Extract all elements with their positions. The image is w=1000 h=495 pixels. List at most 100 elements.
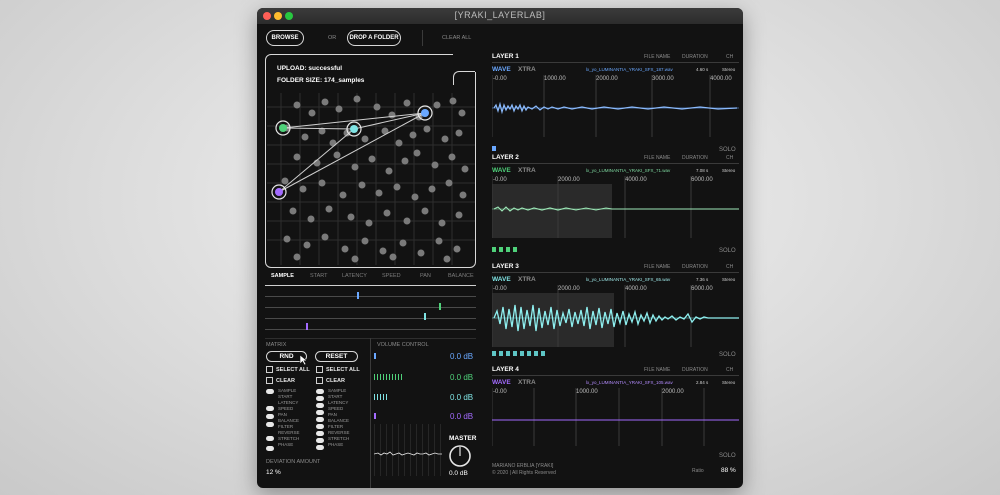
layer3-channels: Stereo [722,277,736,282]
layer2-wave-tab[interactable]: WAVE [492,167,511,174]
layer2-segment-4[interactable] [513,247,517,252]
upload-status: UPLOAD: successful [277,65,343,72]
toggle-b-balance[interactable] [316,424,324,429]
layer1-marker[interactable] [357,292,359,299]
tab-balance[interactable]: BALANCE [448,273,474,279]
layer-node-1[interactable] [417,105,433,121]
layer2-xtra-tab[interactable]: XTRA [518,167,536,174]
layer1-solo-button[interactable]: SOLO [719,147,736,153]
layer2-duration: 7.08 s [696,168,709,173]
toggle-a-pan[interactable] [266,414,274,419]
matrix-volume-divider [370,338,371,488]
layer2-waveform-area[interactable]: -0.00 2000.00 4000.00 6000.00 [492,176,739,238]
volume-meter-2[interactable] [374,374,404,380]
layer2-filename: lx_yo_LUMINANTIA_YRAKI_SFX_71.wav [586,168,671,173]
layer2-ch-header: CH [726,155,734,161]
reset-button[interactable]: RESET [315,351,358,362]
layer4-waveform-area[interactable]: -0.00 1000.00 2000.00 [492,388,739,446]
layer2-segment-2[interactable] [499,247,503,252]
master-label: MASTER [449,435,477,442]
tab-latency[interactable]: LATENCY [342,273,367,279]
layer3-segment-1[interactable] [492,351,496,356]
rail-5[interactable] [265,329,476,330]
toggle-a-sample[interactable] [266,389,274,394]
layer2-segment-3[interactable] [506,247,510,252]
select-all-label-b: SELECT ALL [326,367,360,373]
volume-meter-4[interactable] [374,413,376,419]
layer2-marker[interactable] [439,303,441,310]
layer4-wave-tab[interactable]: WAVE [492,379,511,386]
tab-start[interactable]: START [310,273,328,279]
browse-button[interactable]: BROWSE [266,30,304,46]
master-knob[interactable] [448,444,472,468]
layer4-marker[interactable] [306,323,308,330]
toggle-a-balance[interactable] [266,422,274,427]
layer4-solo-button[interactable]: SOLO [719,453,736,459]
volume-value-4: 0.0 dB [450,412,474,421]
layer1-xtra-tab[interactable]: XTRA [518,66,536,73]
layer1-ch-header: CH [726,54,734,60]
layer1-wave-tab[interactable]: WAVE [492,66,511,73]
layer3-wave-tab[interactable]: WAVE [492,276,511,283]
select-all-checkbox-a[interactable] [266,366,273,373]
clear-checkbox-b[interactable] [316,377,323,384]
layer3-marker[interactable] [424,313,426,320]
tab-pan[interactable]: PAN [420,273,431,279]
param-list-b: SAMPLE START LATENCY SPEED PAN BALANCE F… [328,388,350,448]
toggle-b-speed[interactable] [316,410,324,415]
toolbar-divider [422,30,423,46]
layer3-segment-8[interactable] [541,351,545,356]
toggle-a-speed[interactable] [266,406,274,411]
layer1-waveform-area[interactable]: -0.00 1000.00 2000.00 3000.00 4000.00 [492,75,739,137]
layer4-xtra-tab[interactable]: XTRA [518,379,536,386]
volume-control-label: VOLUME CONTROL [377,342,429,348]
layer3-xtra-tab[interactable]: XTRA [518,276,536,283]
toggle-b-sample[interactable] [316,389,324,394]
toggle-b-stretch[interactable] [316,445,324,450]
layer2-segment-1[interactable] [492,247,496,252]
layer3-segment-5[interactable] [520,351,524,356]
select-all-checkbox-b[interactable] [316,366,323,373]
layer3-waveform-area[interactable]: -0.00 2000.00 4000.00 6000.00 [492,285,739,347]
layer-node-4[interactable] [271,184,287,200]
layer2-solo-button[interactable]: SOLO [719,248,736,254]
toggle-b-start[interactable] [316,396,324,401]
layer3-solo-button[interactable]: SOLO [719,352,736,358]
rail-2[interactable] [265,296,476,297]
toggle-b-filter[interactable] [316,431,324,436]
rail-4[interactable] [265,318,476,319]
layer3-duration-header: DURATION [682,264,708,270]
layer4-waveform [492,388,739,446]
toggle-b-latency[interactable] [316,403,324,408]
rail-3[interactable] [265,307,476,308]
matrix-label: MATRIX [266,342,287,348]
tab-sample[interactable]: SAMPLE [271,273,294,279]
drop-folder-button[interactable]: DROP A FOLDER [347,30,401,46]
layer3-segment-4[interactable] [513,351,517,356]
layer3-segment-7[interactable] [534,351,538,356]
layer4-header-rule [492,375,739,376]
toggle-b-reverse[interactable] [316,438,324,443]
layer3-duration: 7.36 s [696,277,709,282]
rail-1 [265,285,476,286]
deviation-value[interactable]: 12 % [266,469,281,476]
toggle-b-pan[interactable] [316,417,324,422]
param-list-a: SAMPLE START LATENCY SPEED PAN BALANCE F… [278,388,300,448]
or-label: OR [328,35,337,41]
layer3-segment-6[interactable] [527,351,531,356]
tab-speed[interactable]: SPEED [382,273,401,279]
toggle-a-reverse[interactable] [266,436,274,441]
layer3-segment-2[interactable] [499,351,503,356]
layer4-ch-header: CH [726,367,734,373]
clear-checkbox-a[interactable] [266,377,273,384]
layer1-segment-1[interactable] [492,146,496,151]
clear-all-button[interactable]: CLEAR ALL [442,35,471,41]
window-title: [YRAKI_LAYERLAB] [454,10,546,20]
layer3-title: LAYER 3 [492,263,519,270]
layer3-ch-header: CH [726,264,734,270]
volume-meter-3[interactable] [374,394,388,400]
sample-map[interactable] [267,93,475,265]
layer3-segment-3[interactable] [506,351,510,356]
ratio-value[interactable]: 88 % [721,467,736,474]
toggle-a-phase[interactable] [266,446,274,451]
